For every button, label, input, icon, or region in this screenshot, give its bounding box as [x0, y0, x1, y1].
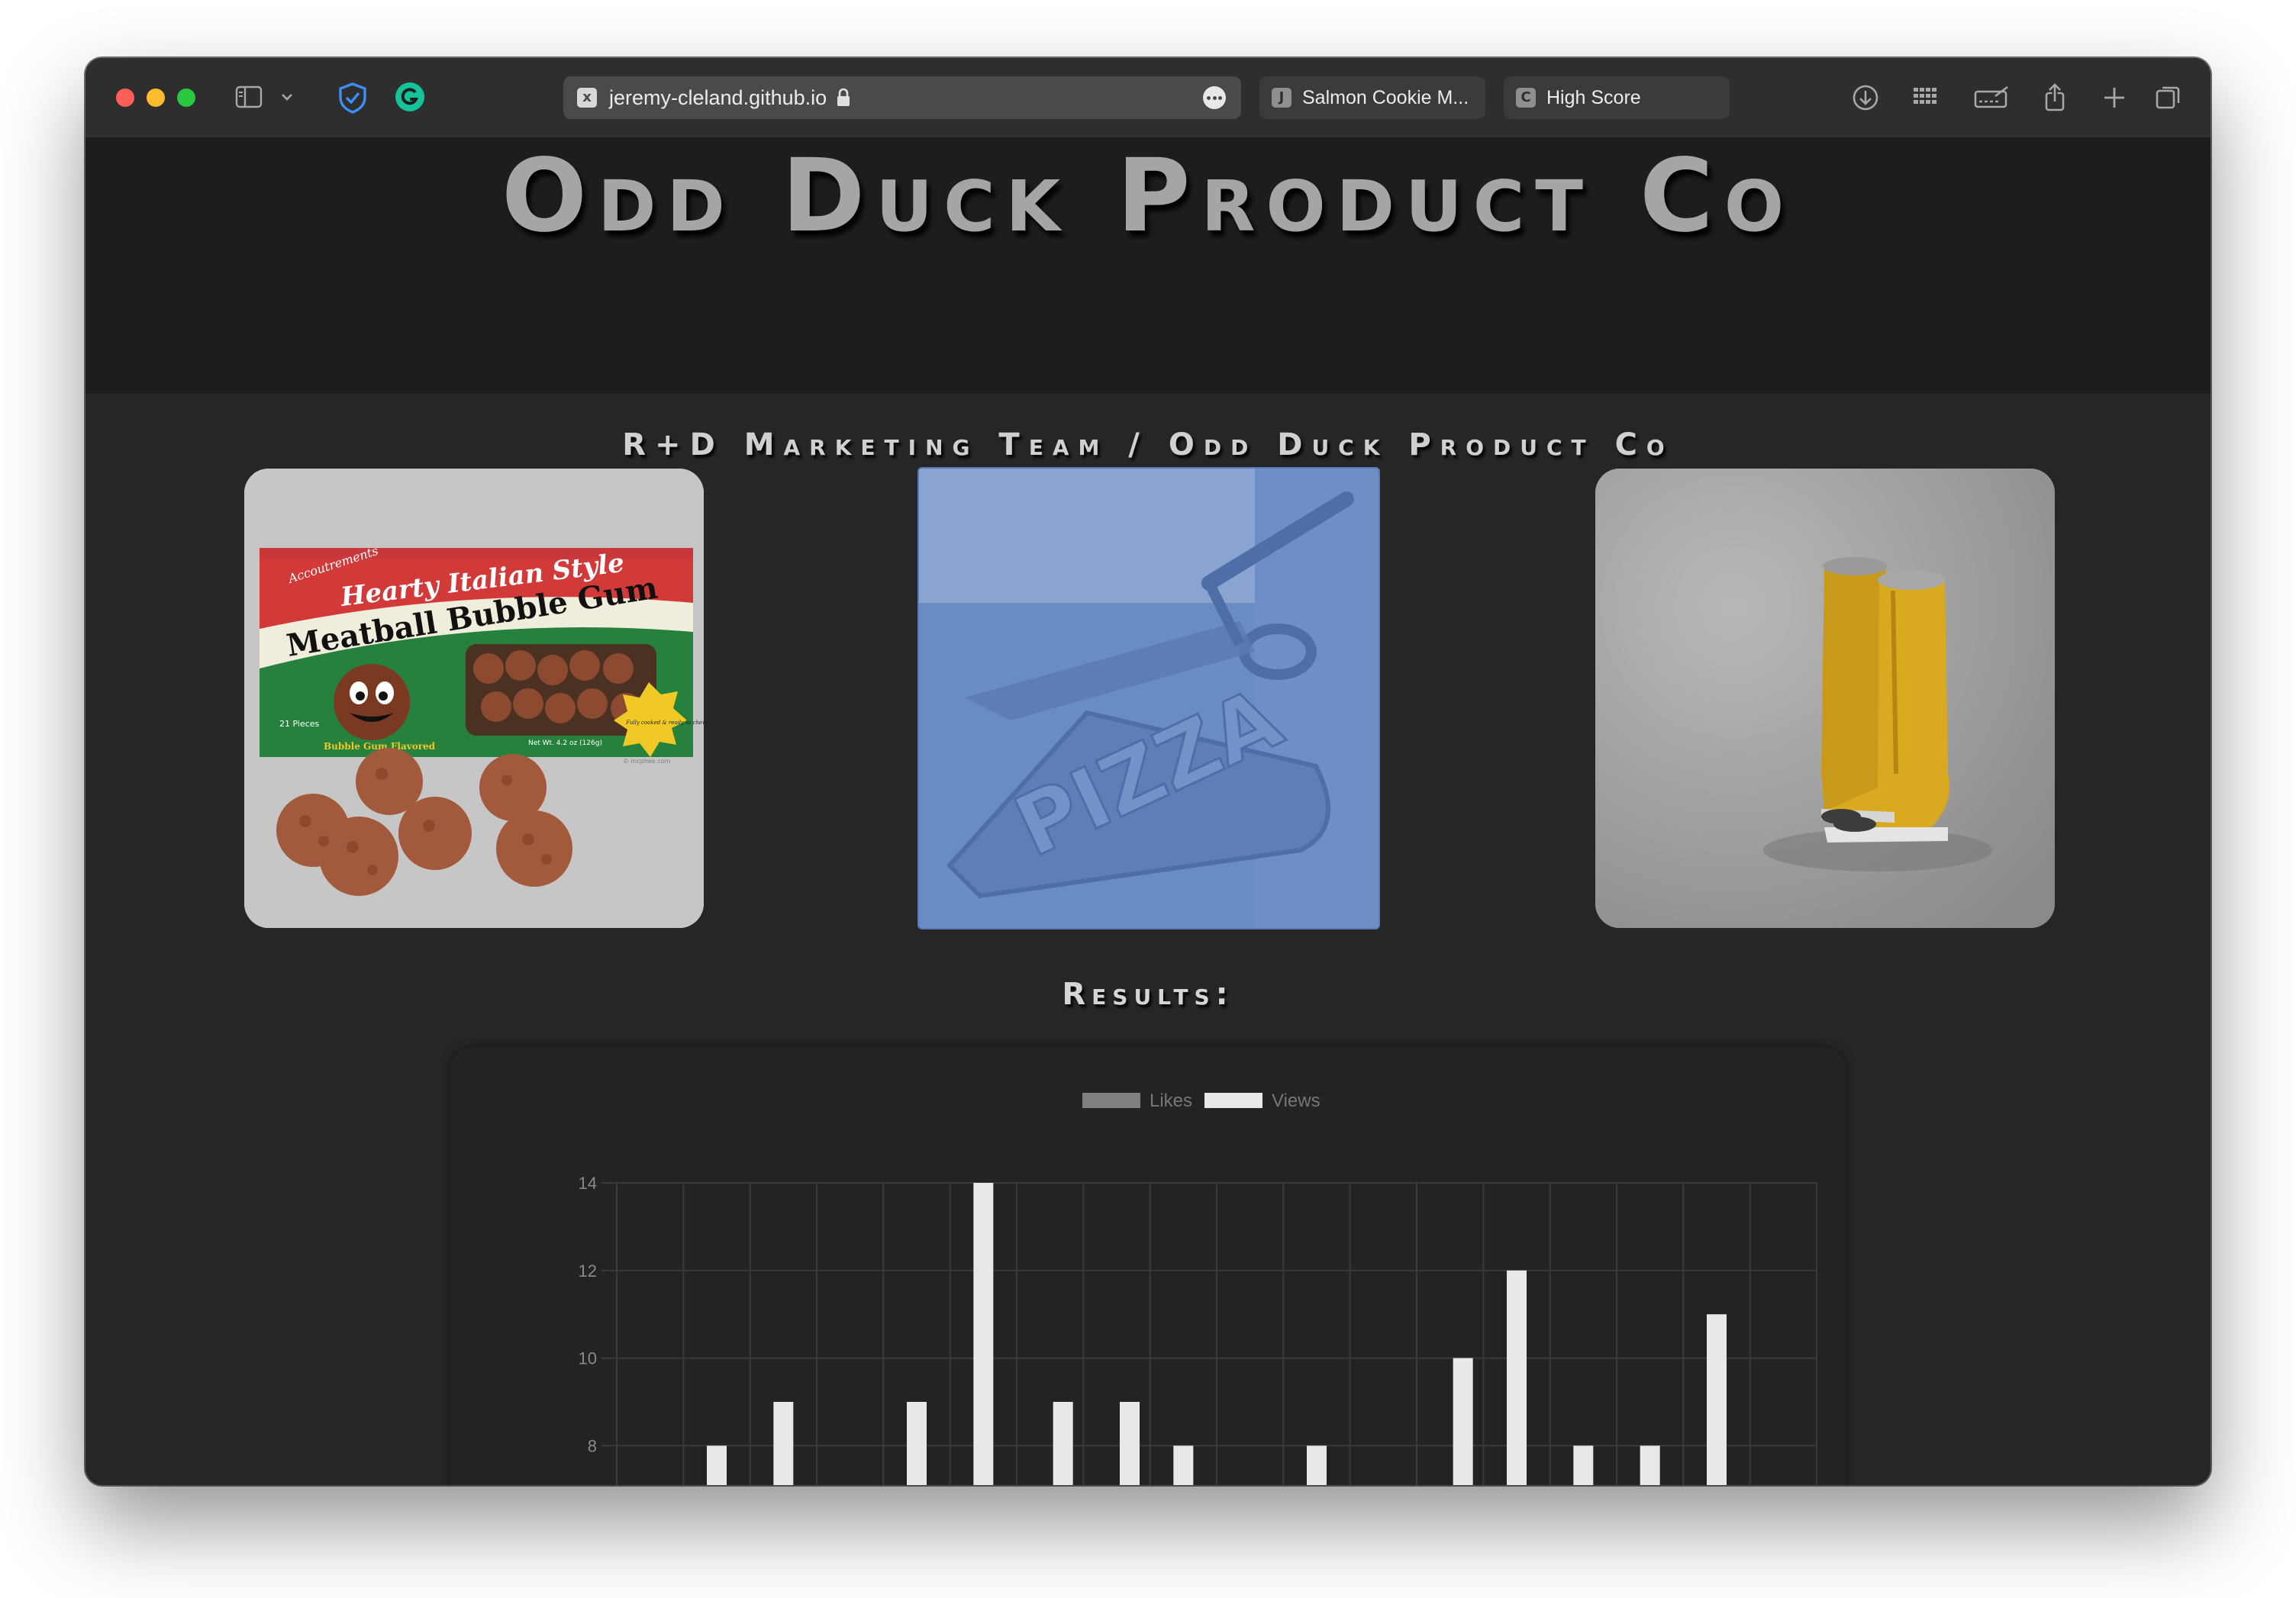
- chart-legend-swatch: [1082, 1093, 1140, 1108]
- tab-high-score[interactable]: C High Score: [1504, 76, 1730, 119]
- chart-y-tick-label: 12: [579, 1261, 597, 1281]
- results-chart-card: 468101214LikesViews: [450, 1047, 1846, 1485]
- grid-icon[interactable]: [1908, 81, 1942, 114]
- page-title: Odd Duck Product Co: [501, 137, 1795, 255]
- chart-bar-views: [707, 1445, 727, 1485]
- site-favicon: x: [577, 88, 597, 108]
- chart-bar-views: [1453, 1358, 1473, 1485]
- tab-favicon: C: [1516, 88, 1536, 108]
- chart-legend-label: Likes: [1150, 1091, 1192, 1111]
- box-pieces-text: 21 Pieces: [279, 719, 320, 729]
- browser-window: x jeremy-cleland.github.io J Salmon Cook…: [85, 58, 2211, 1485]
- chart-y-tick-label: 10: [579, 1349, 597, 1368]
- chart-legend-swatch: [1204, 1093, 1262, 1108]
- address-bar[interactable]: x jeremy-cleland.github.io: [563, 76, 1241, 119]
- product-image-boots[interactable]: [1595, 469, 2055, 928]
- zoom-window-button[interactable]: [177, 89, 195, 107]
- bubblegum-image: Accoutrements Hearty Italian Style Meatb…: [244, 469, 704, 928]
- share-icon[interactable]: [2038, 81, 2072, 114]
- page-subheading: R+D Marketing Team / Odd Duck Product Co: [622, 427, 1674, 462]
- tab-title: Salmon Cookie M...: [1302, 87, 1469, 108]
- tab-salmon-cookie[interactable]: J Salmon Cookie M...: [1259, 76, 1485, 119]
- more-icon[interactable]: [1203, 86, 1226, 109]
- reader-icon[interactable]: [1972, 81, 2011, 114]
- results-chart: 468101214LikesViews: [579, 1091, 1817, 1485]
- sidebar-icon[interactable]: [235, 85, 263, 108]
- address-url: jeremy-cleland.github.io: [609, 86, 827, 109]
- chart-bar-views: [973, 1183, 994, 1485]
- minimize-window-button[interactable]: [147, 89, 165, 107]
- product-image-scissors[interactable]: PIZZA: [919, 469, 1379, 928]
- chart-bar-views: [1507, 1270, 1527, 1485]
- box-weight-text: Net Wt. 4.2 oz (126g): [528, 739, 602, 747]
- chart-bar-views: [907, 1402, 927, 1485]
- grammarly-icon[interactable]: [394, 81, 426, 113]
- chart-bar-views: [1053, 1402, 1073, 1485]
- browser-toolbar: x jeremy-cleland.github.io J Salmon Cook…: [85, 58, 2211, 137]
- chart-bar-views: [773, 1402, 794, 1485]
- box-badge-text: Fully cooked & ready to chew!: [625, 720, 704, 726]
- box-credit-text: © mcphee.com: [623, 758, 671, 765]
- lock-icon: [837, 88, 850, 106]
- tab-title: High Score: [1546, 87, 1641, 108]
- close-window-button[interactable]: [116, 89, 134, 107]
- chart-y-tick-label: 8: [588, 1436, 597, 1455]
- tabs-overview-icon[interactable]: [2151, 81, 2185, 114]
- product-image-bubblegum[interactable]: Accoutrements Hearty Italian Style Meatb…: [244, 469, 704, 928]
- chart-bar-views: [1707, 1314, 1727, 1485]
- chart-bar-views: [1173, 1445, 1194, 1485]
- chart-legend-label: Views: [1272, 1091, 1321, 1111]
- site-header: Odd Duck Product Co: [85, 137, 2211, 394]
- chart-y-tick-label: 14: [579, 1174, 597, 1193]
- chart-bar-views: [1640, 1445, 1660, 1485]
- chart-bar-views: [1307, 1445, 1327, 1485]
- boots-image: [1595, 469, 2055, 928]
- chart-bar-views: [1120, 1402, 1140, 1485]
- chart-bar-views: [1573, 1445, 1594, 1485]
- results-heading: Results:: [1062, 977, 1234, 1012]
- chevron-down-icon[interactable]: [279, 89, 295, 105]
- scissors-image: PIZZA: [919, 469, 1379, 928]
- download-icon[interactable]: [1849, 81, 1882, 114]
- plus-icon[interactable]: [2098, 81, 2131, 114]
- tab-favicon: J: [1272, 88, 1292, 108]
- shield-icon[interactable]: [336, 81, 369, 114]
